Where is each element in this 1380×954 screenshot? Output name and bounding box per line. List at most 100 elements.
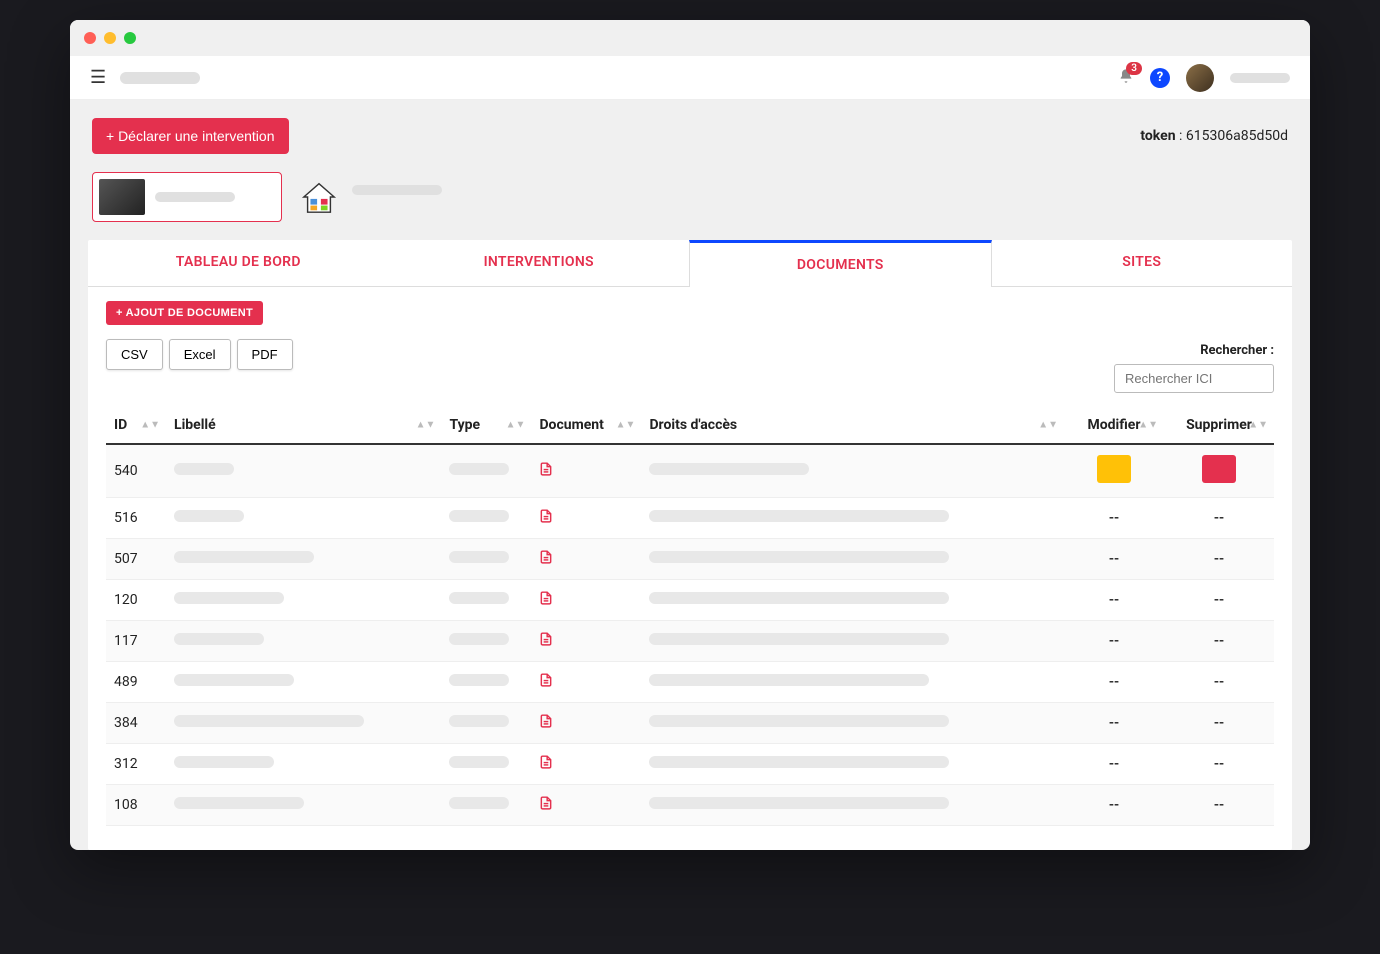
app-window: ☰ 3 ? + Déclarer une intervention token …	[70, 20, 1310, 850]
delete-disabled: --	[1164, 744, 1274, 785]
cell-type-placeholder	[449, 797, 509, 809]
token-value: 615306a85d50d	[1186, 128, 1288, 144]
edit-disabled: --	[1064, 539, 1164, 580]
edit-disabled: --	[1064, 703, 1164, 744]
notifications-button[interactable]: 3	[1118, 68, 1134, 88]
documents-table: ID▲▼ Libellé▲▼ Type▲▼ Document▲▼ Droits …	[106, 407, 1274, 826]
document-icon[interactable]	[539, 553, 553, 569]
delete-disabled: --	[1164, 703, 1274, 744]
document-icon[interactable]	[539, 465, 553, 481]
cell-id: 120	[106, 580, 166, 621]
table-row: 489----	[106, 662, 1274, 703]
table-row: 540	[106, 444, 1274, 498]
app-header: ☰ 3 ?	[70, 56, 1310, 100]
cell-type-placeholder	[449, 633, 509, 645]
tile-house[interactable]	[300, 178, 442, 216]
export-buttons: CSV Excel PDF	[106, 339, 293, 370]
edit-disabled: --	[1064, 498, 1164, 539]
cell-libelle-placeholder	[174, 633, 264, 645]
token-display: token : 615306a85d50d	[1140, 128, 1288, 144]
col-type[interactable]: Type▲▼	[441, 407, 531, 444]
cell-id: 489	[106, 662, 166, 703]
edit-disabled: --	[1064, 580, 1164, 621]
export-excel-button[interactable]: Excel	[169, 339, 231, 370]
edit-disabled: --	[1064, 744, 1164, 785]
cell-id: 516	[106, 498, 166, 539]
window-min-dot[interactable]	[104, 32, 116, 44]
cell-droits-placeholder	[649, 551, 949, 563]
col-id[interactable]: ID▲▼	[106, 407, 166, 444]
delete-disabled: --	[1164, 580, 1274, 621]
cell-libelle-placeholder	[174, 463, 234, 475]
tab-sites[interactable]: SITES	[992, 240, 1293, 287]
table-row: 117 ----	[106, 621, 1274, 662]
hamburger-icon[interactable]: ☰	[90, 67, 106, 88]
cell-droits-placeholder	[649, 715, 949, 727]
edit-button[interactable]	[1097, 455, 1131, 483]
cell-type-placeholder	[449, 592, 509, 604]
document-icon[interactable]	[539, 758, 553, 774]
delete-disabled: --	[1164, 785, 1274, 826]
main-card: TABLEAU DE BORD INTERVENTIONS DOCUMENTS …	[88, 240, 1292, 850]
window-max-dot[interactable]	[124, 32, 136, 44]
tab-interventions[interactable]: INTERVENTIONS	[389, 240, 690, 287]
col-document[interactable]: Document▲▼	[531, 407, 641, 444]
cell-libelle-placeholder	[174, 715, 364, 727]
tile-thumbnail	[99, 179, 145, 215]
cell-libelle-placeholder	[174, 756, 274, 768]
topbar: + Déclarer une intervention token : 6153…	[70, 100, 1310, 172]
document-icon[interactable]	[539, 512, 553, 528]
document-icon[interactable]	[539, 594, 553, 610]
cell-droits-placeholder	[649, 674, 929, 686]
tab-dashboard[interactable]: TABLEAU DE BORD	[88, 240, 389, 287]
col-supprimer[interactable]: Supprimer▲▼	[1164, 407, 1274, 444]
col-libelle[interactable]: Libellé▲▼	[166, 407, 441, 444]
delete-disabled: --	[1164, 539, 1274, 580]
declare-intervention-button[interactable]: + Déclarer une intervention	[92, 118, 289, 154]
document-icon[interactable]	[539, 799, 553, 815]
cell-droits-placeholder	[649, 463, 809, 475]
col-modifier[interactable]: Modifier▲▼	[1064, 407, 1164, 444]
edit-disabled: --	[1064, 621, 1164, 662]
document-icon[interactable]	[539, 635, 553, 651]
notif-badge: 3	[1126, 62, 1142, 75]
search-wrap: Rechercher :	[1114, 339, 1274, 393]
export-pdf-button[interactable]: PDF	[237, 339, 293, 370]
cell-id: 117	[106, 621, 166, 662]
cell-id: 384	[106, 703, 166, 744]
delete-disabled: --	[1164, 498, 1274, 539]
search-input[interactable]	[1114, 364, 1274, 393]
house-icon	[300, 178, 338, 216]
cell-libelle-placeholder	[174, 797, 304, 809]
search-label: Rechercher :	[1200, 343, 1274, 358]
tile-house-label-placeholder	[352, 185, 442, 195]
cell-type-placeholder	[449, 463, 509, 475]
tab-documents[interactable]: DOCUMENTS	[689, 240, 992, 287]
delete-disabled: --	[1164, 621, 1274, 662]
tile-row	[70, 172, 1310, 240]
cell-id: 540	[106, 444, 166, 498]
table-row: 507 ----	[106, 539, 1274, 580]
cell-libelle-placeholder	[174, 551, 314, 563]
document-icon[interactable]	[539, 676, 553, 692]
token-label: token	[1140, 128, 1175, 144]
cell-libelle-placeholder	[174, 592, 284, 604]
add-document-button[interactable]: + AJOUT DE DOCUMENT	[106, 301, 263, 325]
delete-button[interactable]	[1202, 455, 1236, 483]
cell-droits-placeholder	[649, 797, 949, 809]
tile-selected[interactable]	[92, 172, 282, 222]
document-icon[interactable]	[539, 717, 553, 733]
avatar[interactable]	[1186, 64, 1214, 92]
window-close-dot[interactable]	[84, 32, 96, 44]
cell-id: 108	[106, 785, 166, 826]
table-row: 516 ----	[106, 498, 1274, 539]
cell-id: 312	[106, 744, 166, 785]
cell-id: 507	[106, 539, 166, 580]
username-placeholder	[1230, 73, 1290, 83]
export-csv-button[interactable]: CSV	[106, 339, 163, 370]
titlebar	[70, 20, 1310, 56]
cell-type-placeholder	[449, 551, 509, 563]
help-button[interactable]: ?	[1150, 68, 1170, 88]
cell-type-placeholder	[449, 674, 509, 686]
col-droits[interactable]: Droits d'accès▲▼	[641, 407, 1064, 444]
